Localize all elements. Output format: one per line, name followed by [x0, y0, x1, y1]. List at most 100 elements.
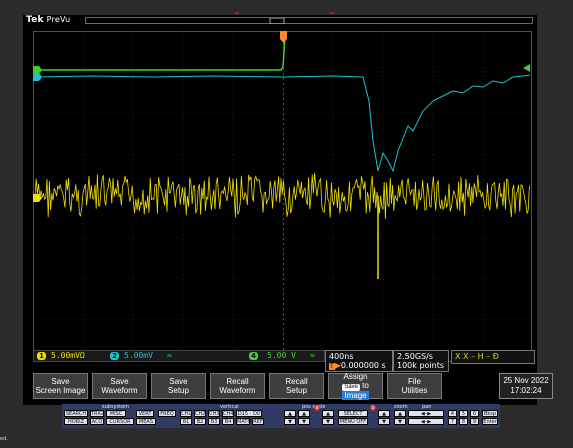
cursor-button[interactable]: CURSOR [106, 418, 134, 425]
brand-label: Tek PreVu [26, 15, 71, 25]
enter-button[interactable]: Enter [482, 418, 498, 425]
meas-button[interactable]: MEAS [136, 418, 156, 425]
b3-button[interactable]: B3 [208, 418, 220, 425]
scale-down-arrow-icon[interactable]: ▼ [298, 418, 310, 425]
softkey-label: File [408, 377, 421, 386]
zoom-out-icon[interactable]: ▼ [394, 418, 406, 425]
b2-button[interactable]: B2 [194, 418, 206, 425]
softkey-label: Save to [342, 381, 369, 391]
pan-slider-icon[interactable]: ◀–▶ [408, 418, 444, 425]
b1-button[interactable]: B1 [180, 418, 192, 425]
scale-up-arrow-icon[interactable]: ▲ [298, 410, 310, 417]
digital-button[interactable]: D15 - D0 [236, 410, 262, 417]
record-view-bar[interactable] [85, 17, 533, 24]
acq-button[interactable]: ACQ [90, 418, 104, 425]
ch1-badge[interactable]: 1 [37, 352, 46, 360]
softkey-label: Assign [343, 372, 368, 381]
acquisition-readout[interactable]: 2.50GS/s 100k points [393, 350, 449, 372]
vert-button[interactable]: VERT [136, 410, 154, 417]
time: 17:02:24 [510, 386, 542, 395]
ch2-waveform [34, 74, 531, 173]
recall-waveform-button[interactable]: Recall Waveform [210, 373, 265, 399]
knob-a-icon[interactable]: a [314, 405, 320, 411]
knob-b-up-arrow-icon[interactable]: ▲ [378, 410, 390, 417]
trigger-level-marker [523, 64, 530, 72]
b4-button[interactable]: B4 [222, 418, 234, 425]
horizontal-position: T▶0.000000 s [329, 361, 386, 370]
date: 25 Nov 2022 [503, 376, 549, 385]
softkey-label: Save [110, 377, 129, 386]
graticule-border [33, 31, 532, 362]
save-setup-button[interactable]: Save Setup [151, 373, 206, 399]
ch4-coupling-icon: ≈ [310, 351, 315, 360]
ch4-badge[interactable]: 4 [249, 352, 258, 360]
search-button[interactable]: SEARCH [64, 410, 88, 417]
date-time-display[interactable]: 25 Nov 2022 17:02:24 [499, 373, 553, 399]
record-length: 100k points [397, 361, 445, 370]
ch2-ground-marker [33, 73, 42, 81]
knob-a-down-arrow-icon[interactable]: ▼ [322, 418, 334, 425]
ch4-button[interactable]: CH4 [222, 410, 234, 417]
zoom-in-icon[interactable]: ▲ [394, 410, 406, 417]
save-screen-image-button[interactable]: Save Screen Image [33, 373, 88, 399]
ch1-scale: 5.00mVΩ [51, 351, 85, 360]
keypad-4[interactable]: 4 [448, 410, 457, 417]
freq-button[interactable]: FREQ [158, 410, 176, 417]
trigger-markers: X X – H – Ð [455, 352, 499, 361]
menu-off-button[interactable]: MENU OFF [338, 418, 368, 425]
ch4-scale: 5.00 V [267, 351, 296, 360]
sample-rate: 2.50GS/s [397, 352, 433, 361]
misc-button[interactable]: MISC [106, 410, 126, 417]
keypad-6[interactable]: 6 [470, 410, 479, 417]
pan-left-right-icon[interactable]: ◀–▶ [408, 410, 444, 417]
corner-text: ed. [0, 436, 8, 442]
top-red-marker [235, 0, 335, 14]
timebase-readout[interactable]: 400ns T▶0.000000 s [325, 350, 393, 372]
selected-option-label: Image [342, 391, 369, 400]
ch1-button[interactable]: CH1 [180, 410, 192, 417]
select-button[interactable]: SELECT [338, 410, 368, 417]
knob-b-down-arrow-icon[interactable]: ▼ [378, 418, 390, 425]
pos-up-arrow-icon[interactable]: ▲ [284, 410, 296, 417]
assign-save-button[interactable]: Assign Save to Image [328, 372, 383, 400]
softkey-label: Screen Image [35, 386, 86, 395]
channel-status-bar: 1 5.00mVΩ 2 5.00mV ≈ 4 5.00 V ≈ [33, 350, 325, 362]
oscilloscope-screen: Tek PreVu 1 5.00mVΩ 2 5.00mV ≈ 4 5.00 V ≈ [23, 15, 553, 405]
softkey-label: Recall [226, 377, 249, 386]
ch2-badge[interactable]: 2 [110, 352, 119, 360]
softkey-label: Recall [285, 377, 308, 386]
softkey-label: Save [169, 377, 188, 386]
pos-down-arrow-icon[interactable]: ▼ [284, 418, 296, 425]
ref-button[interactable]: REF [252, 418, 264, 425]
recall-setup-button[interactable]: Recall Setup [269, 373, 324, 399]
ch2-coupling-icon: ≈ [167, 351, 172, 360]
softkey-label: Waveform [219, 386, 256, 395]
knob-a-up-arrow-icon[interactable]: ▲ [322, 410, 334, 417]
keypad-8[interactable]: 8 [459, 418, 468, 425]
file-utilities-button[interactable]: File Utilities [387, 373, 442, 399]
trigger-position-marker [280, 31, 287, 43]
keypad-7[interactable]: 7 [448, 418, 457, 425]
ch4-waveform [35, 35, 286, 71]
save-waveform-button[interactable]: Save Waveform [92, 373, 147, 399]
softkey-label: Utilities [401, 386, 428, 395]
softkey-label: Setup [286, 386, 307, 395]
ch2-scale: 5.00mV [124, 351, 153, 360]
horiz-button[interactable]: HORIZ [64, 418, 88, 425]
ch3-button[interactable]: CH3 [208, 410, 220, 417]
virtual-front-panel: subsystem vertical pos scale zoom pan SE… [62, 404, 500, 428]
keypad-9[interactable]: 9 [470, 418, 479, 425]
ch2-button[interactable]: CH2 [194, 410, 206, 417]
trigger-readout[interactable]: X X – H – Ð [451, 350, 535, 364]
keypad-5[interactable]: 5 [459, 410, 468, 417]
trig-button[interactable]: TRIG [90, 410, 104, 417]
math-button[interactable]: MATH [236, 418, 251, 425]
waveform-plot[interactable] [33, 31, 532, 363]
graticule-grid [33, 31, 532, 361]
softkey-label: Setup [168, 386, 189, 395]
horizontal-scale: 400ns [329, 352, 354, 361]
softkey-label: to [362, 381, 369, 390]
backspace-button[interactable]: Bksp [482, 410, 498, 417]
knob-b-icon[interactable]: b [370, 405, 376, 411]
ch4-ground-marker [33, 66, 42, 74]
